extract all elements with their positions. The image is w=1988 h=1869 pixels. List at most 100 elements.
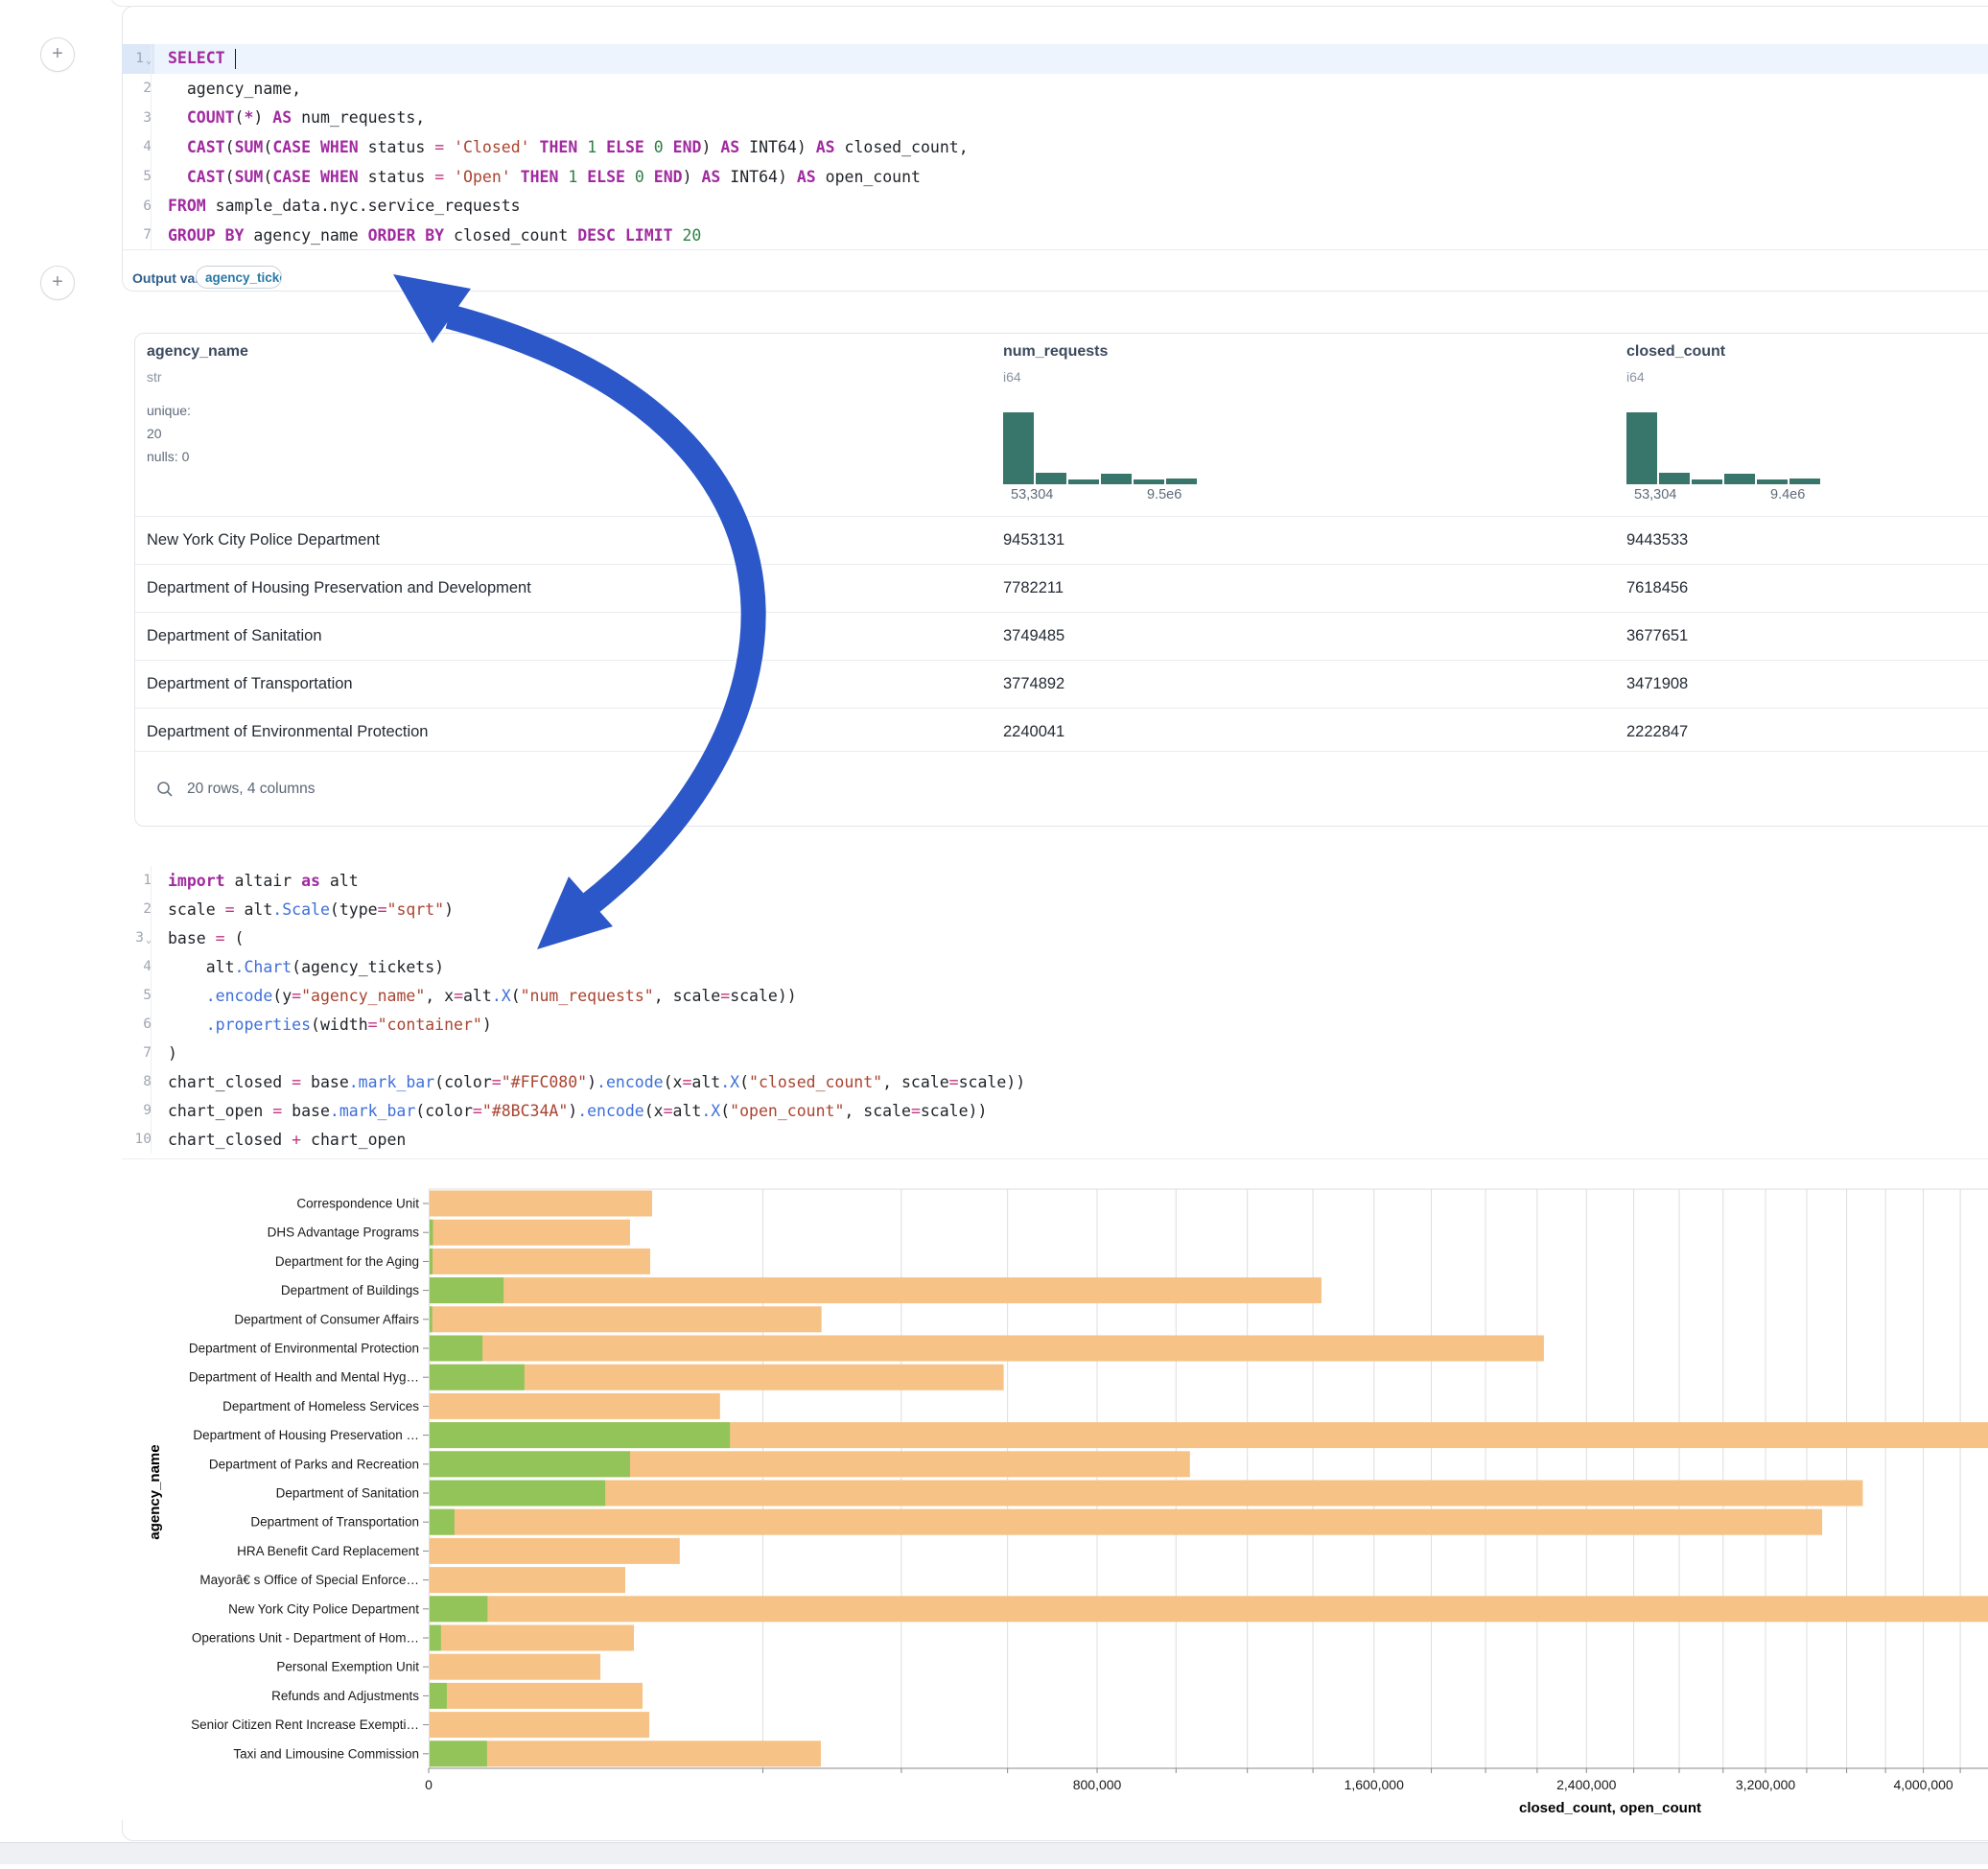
line-number: 1 (122, 866, 154, 895)
histogram-bin (1134, 479, 1164, 484)
histogram-bin (1659, 473, 1690, 484)
line-number: 2 (122, 74, 154, 104)
y-axis-label: HRA Benefit Card Replacement (237, 1544, 419, 1558)
y-axis-label: Mayorâ€ s Office of Special Enforce… (199, 1573, 419, 1587)
table-row[interactable]: Department of Environmental Protection22… (135, 708, 1988, 756)
code-text: chart_open = base.mark_bar(color="#8BC34… (154, 1102, 987, 1120)
code-line[interactable]: 1import altair as alt (122, 866, 1988, 895)
column-name: num_requests (1003, 343, 1108, 361)
code-line[interactable]: 6 .properties(width="container") (122, 1010, 1988, 1039)
y-axis-label: Operations Unit - Department of Hom… (192, 1631, 419, 1646)
code-text: GROUP BY agency_name ORDER BY closed_cou… (154, 226, 701, 245)
output-variable-pill[interactable]: agency_tickets (196, 266, 282, 289)
bar-closed (430, 1654, 600, 1680)
code-line[interactable]: 3⌄base = ( (122, 923, 1988, 952)
bar-closed (430, 1625, 634, 1651)
stat-nulls: nulls: 0 (147, 445, 191, 468)
code-line[interactable]: 8chart_closed = base.mark_bar(color="#FF… (122, 1067, 1988, 1096)
code-text: FROM sample_data.nyc.service_requests (154, 197, 521, 215)
hist-min-label: 53,304 (1011, 487, 1053, 502)
y-axis-label: Senior Citizen Rent Increase Exempti… (191, 1717, 419, 1732)
code-line[interactable]: 2scale = alt.Scale(type="sqrt") (122, 895, 1988, 923)
column-name: closed_count (1626, 343, 1725, 361)
code-line[interactable]: 4 CAST(SUM(CASE WHEN status = 'Closed' T… (122, 132, 1988, 162)
bar-chart-svg: Correspondence UnitDHS Advantage Program… (0, 1185, 1988, 1864)
column-histogram (1626, 412, 1828, 484)
table-row[interactable]: Department of Housing Preservation and D… (135, 564, 1988, 612)
hist-max-label: 9.5e6 (1147, 487, 1224, 502)
bar-open (430, 1625, 441, 1651)
code-line[interactable]: 5 .encode(y="agency_name", x=alt.X("num_… (122, 981, 1988, 1010)
cell-closed-count: 7618456 (1626, 565, 1688, 612)
y-axis-label: Department of Housing Preservation … (193, 1428, 419, 1442)
bar-closed (430, 1509, 1822, 1535)
cell-num-requests: 2240041 (1003, 709, 1064, 756)
code-line[interactable]: 5 CAST(SUM(CASE WHEN status = 'Open' THE… (122, 162, 1988, 192)
bar-open (430, 1306, 433, 1332)
code-text: chart_closed = base.mark_bar(color="#FFC… (154, 1073, 1025, 1091)
cell-agency-name: Department of Transportation (147, 661, 353, 708)
code-text: chart_closed + chart_open (154, 1131, 406, 1149)
line-number: 3 (122, 103, 154, 132)
gutter-divider (151, 866, 152, 1154)
gutter-divider (151, 44, 152, 249)
add-cell-button-middle[interactable]: + (40, 266, 75, 300)
bar-closed (430, 1249, 650, 1274)
column-name: agency_name (147, 343, 248, 361)
table-row[interactable]: Department of Transportation 3774892 34719… (135, 660, 1988, 708)
bar-open (430, 1481, 605, 1507)
code-text: agency_name, (154, 80, 301, 98)
x-axis-title: closed_count, open_count (1519, 1800, 1701, 1816)
y-axis-label: Taxi and Limousine Commission (233, 1746, 419, 1761)
code-line[interactable]: 7GROUP BY agency_name ORDER BY closed_co… (122, 221, 1988, 250)
cell-closed-count: 3471908 (1626, 661, 1688, 708)
x-axis-label: 2,400,000 (1556, 1777, 1616, 1792)
histogram-bin (1724, 474, 1755, 484)
stat-unique: unique: 20 (147, 399, 191, 445)
code-line[interactable]: 3 COUNT(*) AS num_requests, (122, 103, 1988, 132)
code-line[interactable]: 4 alt.Chart(agency_tickets) (122, 952, 1988, 981)
code-line[interactable]: 6FROM sample_data.nyc.service_requests (122, 191, 1988, 221)
bar-closed (430, 1191, 652, 1217)
y-axis-label: Department of Buildings (281, 1283, 419, 1297)
bar-closed (430, 1481, 1862, 1507)
code-line[interactable]: 9chart_open = base.mark_bar(color="#8BC3… (122, 1096, 1988, 1125)
bar-open (430, 1422, 730, 1448)
add-cell-button-top[interactable]: + (40, 37, 75, 72)
y-axis-label: Refunds and Adjustments (271, 1689, 419, 1703)
x-axis-label: 3,200,000 (1736, 1777, 1795, 1792)
code-line[interactable]: 10chart_closed + chart_open (122, 1125, 1988, 1154)
code-line[interactable]: 1⌄SELECT (122, 44, 1988, 74)
dataframe-card: agency_name str unique: 20 nulls: 0 num_… (134, 333, 1988, 827)
sql-editor[interactable]: 1⌄SELECT 2 agency_name,3 COUNT(*) AS num… (122, 44, 1988, 250)
code-line[interactable]: 2 agency_name, (122, 74, 1988, 104)
cell-agency-name: Department of Sanitation (147, 613, 322, 660)
line-number: 1⌄ (122, 44, 154, 74)
cell-output-divider (122, 1158, 1988, 1159)
code-line[interactable]: 7) (122, 1039, 1988, 1067)
line-number: 5 (122, 162, 154, 192)
column-type: str (147, 369, 162, 385)
line-number: 7 (122, 1039, 154, 1067)
line-number: 7 (122, 221, 154, 250)
cell-agency-name: Department of Housing Preservation and D… (147, 565, 531, 612)
bar-open (430, 1277, 503, 1303)
cell-num-requests: 3774892 (1003, 661, 1064, 708)
histogram-bin (1166, 479, 1197, 484)
search-icon[interactable] (156, 781, 174, 798)
y-axis-label: Department of Consumer Affairs (234, 1312, 419, 1326)
code-text: .properties(width="container") (154, 1016, 492, 1034)
code-text: SELECT (154, 49, 236, 69)
table-row[interactable]: New York City Police Department945313194… (135, 516, 1988, 564)
bar-open (430, 1596, 487, 1622)
bar-open (430, 1509, 455, 1535)
python-editor[interactable]: 1import altair as alt2scale = alt.Scale(… (122, 866, 1988, 1154)
x-axis-label: 0 (425, 1777, 433, 1792)
cell-output-divider (122, 249, 1988, 250)
table-row[interactable]: Department of Sanitation37494853677651 (135, 612, 1988, 660)
line-number: 2 (122, 895, 154, 923)
cell-bottom-edge (122, 1820, 1988, 1841)
histogram-bin (1757, 479, 1788, 484)
hist-max-label: 9.4e6 (1770, 487, 1847, 502)
x-axis-label: 4,000,000 (1893, 1777, 1953, 1792)
